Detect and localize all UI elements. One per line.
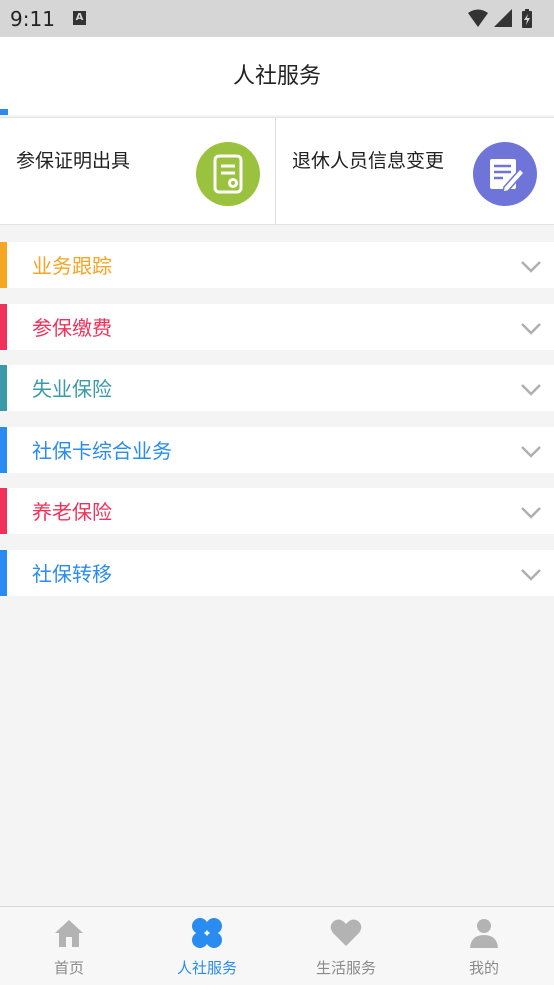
nav-item-mine[interactable]: 我的 [415,907,553,985]
accent-bar [0,550,7,596]
bottom-nav: 首页 人社服务 生活服务 我的 [0,906,554,985]
chevron-down-icon [521,507,541,519]
list-item-label: 参保缴费 [32,316,112,340]
nav-label: 生活服务 [315,959,376,977]
status-bar: 9:11 A [0,0,554,37]
list-item-insurance-payment[interactable]: 参保缴费 [0,304,554,350]
quick-actions: 参保证明出具 退休人员信息变更 [0,117,554,225]
nav-label: 我的 [468,959,499,977]
app-header: 人社服务 [0,37,554,115]
nav-label: 首页 [53,959,84,977]
chevron-down-icon [521,569,541,581]
card-label: 退休人员信息变更 [292,150,445,172]
list-item-label: 社保卡综合业务 [32,439,172,463]
chevron-down-icon [521,323,541,335]
accent-bar [0,365,7,411]
status-time: 9:11 [10,7,55,31]
nav-label: 人社服务 [176,959,237,977]
clover-icon [192,918,222,948]
list-item-insurance-transfer[interactable]: 社保转移 [0,550,554,596]
certificate-icon [196,142,260,206]
home-icon [55,920,83,947]
tab-indicator [0,109,8,115]
list-item-social-card-services[interactable]: 社保卡综合业务 [0,427,554,473]
card-label: 参保证明出具 [16,150,131,172]
chevron-down-icon [521,446,541,458]
nav-item-home[interactable]: 首页 [0,907,138,985]
wifi-icon [468,9,488,27]
card-insurance-certificate[interactable]: 参保证明出具 [0,118,276,225]
list-item-label: 养老保险 [32,500,112,524]
list-item-unemployment-insurance[interactable]: 失业保险 [0,365,554,411]
list-item-label: 业务跟踪 [32,254,112,278]
chevron-down-icon [521,261,541,273]
user-icon [470,919,498,948]
card-retiree-info-change[interactable]: 退休人员信息变更 [276,118,554,225]
chevron-down-icon [521,384,541,396]
heart-icon [330,919,362,946]
page-title: 人社服务 [232,64,321,89]
nav-item-hr-services[interactable]: 人社服务 [138,907,276,985]
accent-bar [0,304,7,350]
accent-bar [0,488,7,534]
list-item-business-tracking[interactable]: 业务跟踪 [0,242,554,288]
list-item-pension-insurance[interactable]: 养老保险 [0,488,554,534]
nav-item-life-services[interactable]: 生活服务 [277,907,415,985]
signal-icon [494,9,512,27]
edit-document-icon [473,142,537,206]
list-item-label: 失业保险 [32,377,112,401]
accent-bar [0,427,7,473]
list-item-label: 社保转移 [32,562,112,586]
accent-bar [0,242,7,288]
status-icons [468,9,532,28]
notification-icon: A [73,11,86,25]
